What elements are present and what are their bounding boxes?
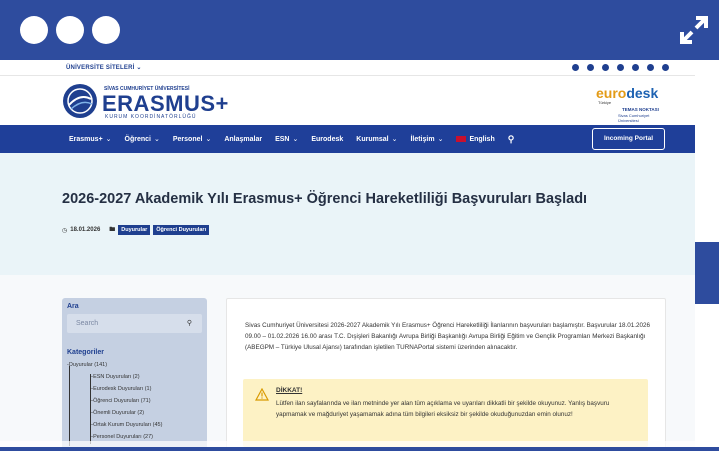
- post-date: 18.01.2026: [70, 227, 101, 233]
- clock-icon: ◷: [62, 227, 68, 234]
- warning-icon: [254, 387, 270, 401]
- telegram-icon[interactable]: [647, 64, 654, 71]
- category-label: Ortak Kurum Duyuruları (45): [93, 422, 163, 428]
- chevron-down-icon: ⌄: [391, 136, 398, 143]
- category-label: Personel Duyuruları (27): [93, 434, 153, 440]
- nav-erasmus[interactable]: Erasmus+ ⌄: [69, 135, 112, 143]
- nav-label: İletişim: [410, 136, 435, 143]
- eurodesk-contact: TEMAS NOKTASI: [622, 107, 659, 112]
- article-body: Sivas Cumhuriyet Üniversitesi 2026-2027 …: [226, 298, 666, 447]
- search-input[interactable]: Search ⚲: [67, 314, 202, 333]
- instagram-icon[interactable]: [602, 64, 609, 71]
- expand-icon[interactable]: [674, 10, 714, 50]
- nav-english[interactable]: English: [456, 135, 495, 143]
- chevron-down-icon: ⌄: [154, 136, 160, 143]
- nav-label: English: [469, 135, 495, 143]
- nav-eurodesk[interactable]: Eurodesk: [311, 136, 343, 143]
- window-dot-3[interactable]: [92, 16, 120, 44]
- search-icon[interactable]: ⚲: [187, 319, 192, 327]
- eurodesk-logo[interactable]: eurodesk Türkiye TEMAS NOKTASI Sivas Cum…: [596, 86, 668, 123]
- chevron-down-icon: ⌄: [437, 136, 444, 143]
- nav-label: Öğrenci: [124, 136, 151, 143]
- category-item[interactable]: –ESN Duyuruları (2): [90, 374, 140, 380]
- browser-viewport: ÜNİVERSİTE SİTELERİ ⌄ SİVAS CUMHURİYET Ü…: [0, 60, 695, 447]
- nav-iletisim[interactable]: İletişim ⌄: [410, 135, 443, 143]
- nav-label: Anlaşmalar: [224, 135, 263, 143]
- chevron-down-icon: ⌄: [205, 136, 212, 143]
- warning-title: DİKKAT!: [276, 387, 303, 394]
- category-item[interactable]: –Ortak Kurum Duyuruları (45): [90, 422, 162, 428]
- search-label: Ara: [67, 303, 79, 310]
- search-icon[interactable]: ⚲: [508, 134, 515, 145]
- nav-label: Kurumsal: [356, 136, 389, 143]
- category-label: Önemli Duyurular (2): [93, 410, 145, 416]
- categories-heading: Kategoriler: [67, 349, 104, 356]
- article-paragraph: Sivas Cumhuriyet Üniversitesi 2026-2027 …: [245, 322, 650, 351]
- nav-anlasmalar[interactable]: Anlaşmalar: [224, 136, 262, 143]
- warning-box: DİKKAT! Lütfen ilan sayfalarında ve ilan…: [243, 379, 648, 447]
- eurodesk-wordmark: eurodesk: [596, 86, 668, 100]
- window-dot-2[interactable]: [56, 16, 84, 44]
- nav-label: ESN: [275, 136, 290, 143]
- category-label: Duyurular (141): [68, 362, 108, 368]
- nav-label: Erasmus+: [69, 136, 103, 143]
- category-item[interactable]: –Eurodesk Duyuruları (1): [90, 386, 151, 392]
- linkedin-icon[interactable]: [632, 64, 639, 71]
- search-placeholder: Search: [76, 320, 99, 327]
- page-title: 2026-2027 Akademik Yılı Erasmus+ Öğrenci…: [62, 191, 588, 207]
- category-label: ESN Duyuruları (2): [93, 374, 140, 380]
- category-item[interactable]: –Öğrenci Duyuruları (71): [90, 398, 151, 404]
- eurodesk-euro: euro: [596, 85, 627, 101]
- web-icon[interactable]: [662, 64, 669, 71]
- social-links: [572, 64, 669, 71]
- outer-panel: [695, 60, 719, 447]
- category-label: Eurodesk Duyuruları (1): [93, 386, 152, 392]
- category-item[interactable]: –Önemli Duyurular (2): [90, 410, 144, 416]
- chevron-down-icon: ⌄: [105, 136, 112, 143]
- nav-label: Eurodesk: [311, 135, 344, 143]
- uk-flag-icon: [456, 135, 467, 142]
- incoming-portal-button[interactable]: Incoming Portal: [592, 128, 665, 150]
- logo-subtitle: KURUM KOORDİNATÖRLÜĞÜ: [105, 114, 197, 120]
- nav-ogrenci[interactable]: Öğrenci ⌄: [125, 135, 160, 143]
- nav-label: Personel: [172, 136, 203, 143]
- brand-row: SİVAS CUMHURİYET ÜNİVERSİTESİ ERASMUS+ K…: [0, 76, 695, 124]
- nav-personel[interactable]: Personel ⌄: [173, 135, 211, 143]
- eurodesk-country: Türkiye: [598, 100, 612, 105]
- university-sites-menu[interactable]: ÜNİVERSİTE SİTELERİ ⌄: [66, 64, 142, 71]
- category-item[interactable]: -Duyurular (141): [67, 362, 107, 368]
- tag-ogrenci-duyurulari[interactable]: Öğrenci Duyuruları: [153, 225, 210, 235]
- folder-icon: 🖿: [109, 227, 116, 233]
- page-hero: 2026-2027 Akademik Yılı Erasmus+ Öğrenci…: [0, 153, 695, 275]
- top-strip: ÜNİVERSİTE SİTELERİ ⌄: [0, 60, 695, 76]
- eurodesk-desk: desk: [626, 85, 659, 101]
- tag-duyurular[interactable]: Duyurular: [118, 225, 151, 235]
- category-item[interactable]: –Personel Duyuruları (27): [90, 434, 153, 440]
- window-dot-1[interactable]: [20, 16, 48, 44]
- chevron-down-icon: ⌄: [136, 65, 142, 71]
- main-nav: Erasmus+ ⌄ Öğrenci ⌄ Personel ⌄ Anlaşmalar …: [0, 125, 695, 153]
- window-controls: [20, 16, 120, 44]
- facebook-icon[interactable]: [587, 64, 594, 71]
- university-sites-label: ÜNİVERSİTE SİTELERİ: [66, 65, 135, 71]
- nav-esn[interactable]: ESN ⌄: [275, 135, 298, 143]
- scroll-fade: [0, 441, 695, 447]
- nav-kurumsal[interactable]: Kurumsal ⌄: [356, 135, 397, 143]
- chevron-down-icon: ⌄: [292, 136, 299, 143]
- youtube-icon[interactable]: [572, 64, 579, 71]
- post-meta: ◷ 18.01.2026 🖿 Duyurular Öğrenci Duyurul…: [62, 225, 212, 235]
- content-area: Ara Search ⚲ Kategoriler -Duyurular (141…: [0, 275, 695, 447]
- sidebar: Ara Search ⚲ Kategoriler -Duyurular (141…: [62, 298, 207, 447]
- category-label: Öğrenci Duyuruları (71): [93, 398, 151, 404]
- x-icon[interactable]: [617, 64, 624, 71]
- warning-text: Lütfen ilan sayfalarında ve ilan metnind…: [276, 400, 610, 418]
- eurodesk-sub: Sivas Cumhuriyet Üniversitesi: [618, 113, 650, 123]
- erasmus-logo-icon[interactable]: [62, 83, 98, 119]
